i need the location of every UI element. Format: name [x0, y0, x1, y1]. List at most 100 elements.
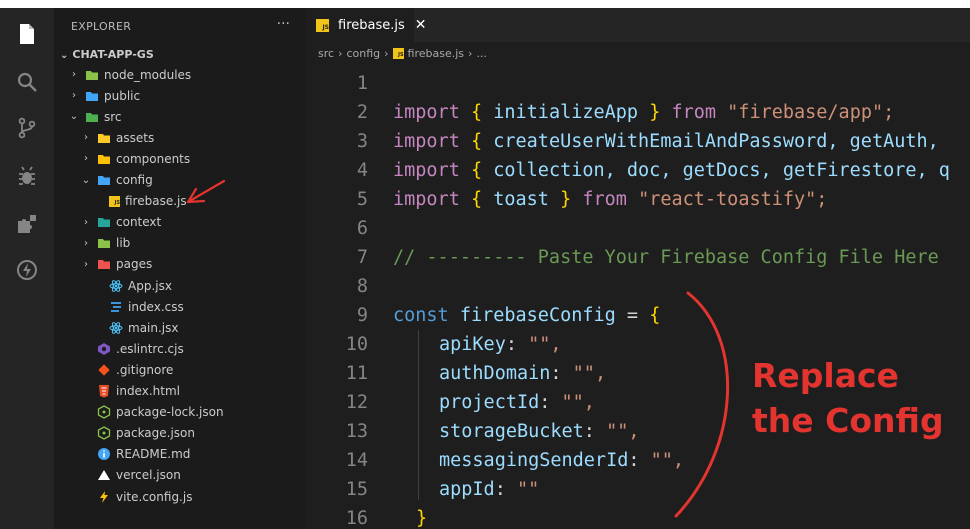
explorer-title: EXPLORER [71, 20, 132, 33]
debug-icon[interactable] [15, 164, 39, 188]
react-icon [109, 279, 123, 292]
line-number: 1 [356, 73, 368, 94]
source-control-icon[interactable] [15, 116, 39, 140]
tree-item-label: README.md [116, 447, 191, 462]
breadcrumb-config[interactable]: config [346, 47, 380, 60]
tree-item[interactable]: › public [68, 85, 140, 106]
breadcrumb-src[interactable]: src [318, 47, 334, 60]
line-number: 3 [356, 131, 368, 152]
tree-item[interactable]: JS firebase.js [92, 191, 187, 212]
tree-item[interactable]: › assets [80, 127, 154, 148]
tree-item[interactable]: vite.config.js [80, 486, 192, 507]
vite-icon [100, 490, 108, 503]
annotation-the-config: the Config [752, 401, 944, 440]
folder-icon [86, 91, 98, 101]
tree-item-label: vercel.json [116, 468, 181, 483]
css-icon [111, 301, 121, 312]
line-number: 13 [345, 421, 368, 442]
info-icon [98, 448, 110, 461]
tab-bar: JS firebase.js ✕ [306, 8, 970, 42]
line-number: 2 [356, 102, 368, 123]
tab-firebase-js[interactable]: JS firebase.js ✕ [306, 8, 427, 42]
project-root[interactable]: ⌄ CHAT-APP-GS [60, 48, 154, 61]
line-number: 8 [356, 276, 368, 297]
tree-item-label: index.html [116, 384, 180, 398]
close-icon[interactable]: ✕ [415, 17, 427, 33]
vscode-window: EXPLORER ··· ⌄ CHAT-APP-GS › node_modules ›… [0, 8, 970, 529]
tree-item[interactable]: › components [80, 148, 190, 169]
line-number: 4 [356, 160, 368, 181]
tree-item-label: src [104, 109, 122, 124]
activity-bar [0, 8, 54, 529]
project-name: CHAT-APP-GS [72, 48, 154, 61]
folder-icon [98, 218, 110, 228]
chevron-right-icon: › [84, 132, 88, 144]
tree-item[interactable]: package.json [80, 423, 195, 444]
chevron-down-icon: ⌄ [69, 111, 79, 123]
indent-guide [418, 330, 419, 500]
code-line-10: apiKey: "", [439, 334, 562, 355]
tree-item-label: App.jsx [128, 278, 172, 293]
code-line-9: const firebaseConfig = { [393, 305, 661, 326]
tree-item[interactable]: ⌄ src [68, 106, 122, 127]
code-editor[interactable]: 1 2 3 4 5 6 7 8 9 10 11 12 13 14 15 16 import { initial… [306, 66, 970, 529]
line-number: 5 [356, 189, 368, 210]
tree-item[interactable]: ⌄ config [80, 170, 153, 191]
search-icon[interactable] [15, 70, 39, 94]
folder-open-icon [86, 112, 98, 122]
tree-item[interactable]: › node_modules [68, 64, 191, 85]
tree-item[interactable]: App.jsx [92, 275, 172, 296]
tree-item[interactable]: › lib [80, 233, 130, 254]
breadcrumb-ellipsis[interactable]: ... [476, 47, 487, 60]
tree-item-label: public [104, 88, 141, 103]
lightning-icon[interactable] [15, 258, 39, 282]
line-number: 9 [356, 305, 368, 326]
line-number: 12 [345, 392, 368, 413]
chevron-down-icon: ⌄ [60, 50, 69, 61]
code-line-3: import { createUserWithEmailAndPassword,… [393, 131, 939, 152]
folder-icon [86, 70, 98, 80]
tree-item[interactable]: main.jsx [92, 317, 178, 338]
line-number: 14 [345, 450, 368, 471]
files-icon[interactable] [15, 22, 39, 46]
tree-item-label: components [116, 151, 191, 166]
explorer-sidebar: EXPLORER ··· ⌄ CHAT-APP-GS › node_modules ›… [54, 8, 306, 529]
tree-item[interactable]: .gitignore [80, 359, 173, 380]
code-line-4: import { collection, doc, getDocs, getFi… [393, 160, 950, 181]
more-actions-icon[interactable]: ··· [277, 16, 290, 32]
line-number: 7 [356, 247, 368, 268]
chevron-down-icon: ⌄ [81, 174, 91, 186]
tree-item[interactable]: index.css [92, 296, 184, 317]
tab-label: firebase.js [338, 17, 405, 33]
extensions-icon[interactable] [15, 212, 39, 236]
tree-item[interactable]: › context [80, 212, 161, 233]
vercel-icon [98, 470, 110, 481]
tree-item[interactable]: .eslintrc.cjs [80, 338, 184, 359]
tree-item[interactable]: index.html [80, 381, 180, 402]
tree-item-label: package.json [116, 426, 196, 441]
tree-item-label: .eslintrc.cjs [116, 341, 184, 356]
code-line-13: storageBucket: "", [439, 421, 640, 442]
annotation-replace: Replace [752, 356, 899, 395]
line-number: 10 [345, 334, 368, 355]
folder-open-icon [98, 176, 110, 185]
tree-item-label: node_modules [104, 67, 192, 82]
code-line-11: authDomain: "", [439, 363, 607, 384]
code-line-16: } [416, 508, 428, 529]
tree-item-label: pages [116, 257, 153, 272]
tree-item-label: package-lock.json [116, 405, 224, 420]
breadcrumb-separator: › [384, 46, 389, 60]
tree-item-label: assets [116, 130, 155, 145]
tree-item[interactable]: vercel.json [80, 465, 181, 486]
tree-item[interactable]: README.md [80, 444, 190, 465]
tree-item-label: vite.config.js [116, 489, 193, 504]
npm-icon [97, 405, 111, 419]
code-line-2: import { initializeApp } from "firebase/… [393, 102, 895, 123]
code-line-5: import { toast } from "react-toastify"; [393, 189, 828, 210]
chevron-right-icon: › [72, 90, 76, 102]
tree-item[interactable]: package-lock.json [80, 402, 224, 423]
line-number: 15 [345, 479, 368, 500]
breadcrumb-file[interactable]: firebase.js [408, 47, 464, 60]
tree-item[interactable]: › pages [80, 254, 152, 275]
tree-item-label: firebase.js [125, 194, 187, 209]
